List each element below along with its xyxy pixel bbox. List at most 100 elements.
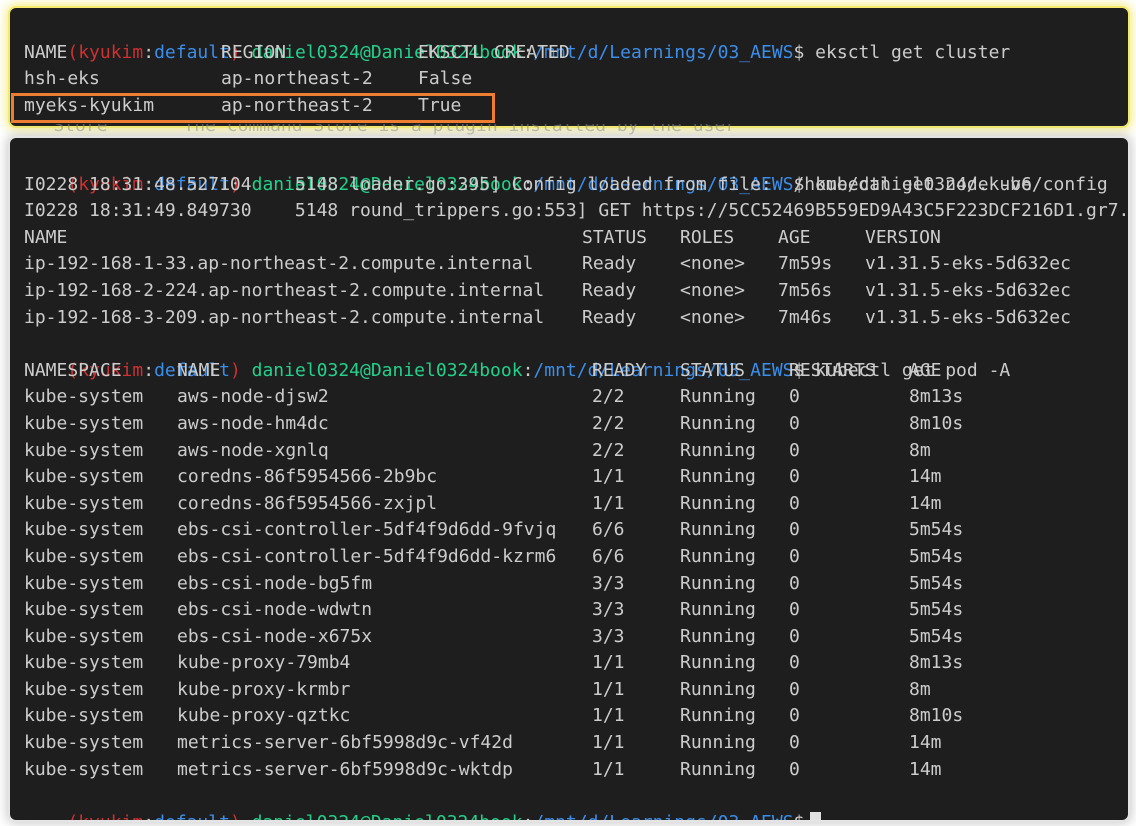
pod-namespace: kube-system: [24, 519, 144, 541]
pod-ready: 1/1: [592, 758, 625, 780]
pod-namespace: kube-system: [24, 386, 144, 408]
pod-age: 8m10s: [909, 412, 964, 434]
pod-namespace: kube-system: [24, 545, 144, 567]
pod-restarts: 0: [789, 599, 800, 621]
pod-ready: 1/1: [592, 652, 625, 674]
pod-namespace: kube-system: [24, 705, 144, 727]
prompt-path: /mnt/d/Learnings/03_AEWS: [533, 812, 793, 820]
pod-row: kube-system aws-node-xgnlq 2/2 Running 0 8m: [10, 438, 1128, 465]
pod-row: kube-system coredns-86f5954566-zxjpl 1/1 Ru…: [10, 491, 1128, 518]
pod-status: Running: [680, 572, 756, 594]
node-status: Ready: [582, 306, 637, 328]
pod-namespace: kube-system: [24, 599, 144, 621]
pod-age: 8m: [909, 439, 931, 461]
pod-name: aws-node-djsw2: [177, 386, 329, 408]
header-name: NAME: [24, 41, 68, 63]
pod-row: kube-system ebs-csi-controller-5df4f9d6dd…: [10, 517, 1128, 544]
pod-status: Running: [680, 545, 756, 567]
terminal-cursor[interactable]: [810, 811, 822, 820]
pod-namespace: kube-system: [24, 412, 144, 434]
pod-restarts: 0: [789, 572, 800, 594]
node-name: ip-192-168-2-224.ap-northeast-2.compute.…: [24, 279, 545, 301]
pod-name: ebs-csi-controller-5df4f9d6dd-kzrm6: [177, 545, 557, 567]
pod-ready: 1/1: [592, 732, 625, 754]
node-status: Ready: [582, 279, 637, 301]
cluster-name: hsh-eks: [24, 68, 100, 90]
node-age: 7m59s: [778, 253, 833, 275]
pod-name: metrics-server-6bf5998d9c-vf42d: [177, 732, 513, 754]
pod-age: 5m54s: [909, 545, 964, 567]
pod-table-header: NAMESPACE NAME READY STATUS RESTARTS AGE: [10, 358, 1128, 385]
pod-ready: 1/1: [592, 466, 625, 488]
pod-age: 8m13s: [909, 652, 964, 674]
pod-restarts: 0: [789, 519, 800, 541]
pod-status: Running: [680, 466, 756, 488]
prompt-context: default: [154, 812, 230, 820]
prompt-line: (kyukim:default) daniel0324@Daniel0324bo…: [10, 783, 1128, 820]
pod-ready: 3/3: [592, 599, 625, 621]
pod-namespace: kube-system: [24, 625, 144, 647]
pod-restarts: 0: [789, 466, 800, 488]
header-name: NAME: [177, 359, 221, 381]
pod-age: 5m54s: [909, 625, 964, 647]
pod-row: kube-system kube-proxy-qztkc 1/1 Running 0 8m…: [10, 703, 1128, 730]
cluster-region: ap-northeast-2: [221, 68, 373, 90]
pod-name: aws-node-hm4dc: [177, 412, 329, 434]
pod-row: kube-system kube-proxy-79mb4 1/1 Running 0 8m…: [10, 650, 1128, 677]
prompt-line: (kyukim:default) daniel0324@Daniel0324bo…: [10, 331, 1128, 381]
cluster-table-header: NAME REGION EKSCTL CREATED: [10, 40, 1128, 67]
kubectl-terminal-panel[interactable]: (kyukim:default) daniel0324@Daniel0324bo…: [10, 138, 1128, 820]
pod-status: Running: [680, 519, 756, 541]
pod-name: kube-proxy-79mb4: [177, 652, 351, 674]
pod-age: 8m: [909, 678, 931, 700]
pod-namespace: kube-system: [24, 492, 144, 514]
pod-name: aws-node-xgnlq: [177, 439, 329, 461]
highlight-box-myeks-cluster: [11, 93, 495, 123]
prompt: (kyukim:default) daniel0324@Daniel0324bo…: [67, 812, 804, 820]
pod-name: metrics-server-6bf5998d9c-wktdp: [177, 758, 513, 780]
header-namespace: NAMESPACE: [24, 359, 122, 381]
pod-restarts: 0: [789, 386, 800, 408]
pod-ready: 2/2: [592, 386, 625, 408]
pod-restarts: 0: [789, 439, 800, 461]
pod-row: kube-system ebs-csi-node-x675x 3/3 Running 0…: [10, 624, 1128, 651]
cluster-eksctl-created: False: [418, 68, 473, 90]
header-status: STATUS: [680, 359, 746, 381]
prompt-line: (kyukim:default) daniel0324@Daniel0324bo…: [10, 13, 1128, 63]
pod-row: kube-system aws-node-djsw2 2/2 Running 0 8m13…: [10, 384, 1128, 411]
pod-name: ebs-csi-node-wdwtn: [177, 599, 373, 621]
pod-ready: 1/1: [592, 492, 625, 514]
pod-name: ebs-csi-controller-5df4f9d6dd-9fvjq: [177, 519, 557, 541]
header-ready: READY: [592, 359, 647, 381]
pod-status: Running: [680, 439, 756, 461]
pod-namespace: kube-system: [24, 758, 144, 780]
pod-status: Running: [680, 732, 756, 754]
pod-restarts: 0: [789, 758, 800, 780]
pod-ready: 1/1: [592, 705, 625, 727]
pod-status: Running: [680, 678, 756, 700]
pod-status: Running: [680, 758, 756, 780]
pod-restarts: 0: [789, 625, 800, 647]
log-line: I0228 18:31:49.849730 5148 round_tripper…: [24, 200, 1128, 222]
node-version: v1.31.5-eks-5d632ec: [865, 306, 1071, 328]
pod-namespace: kube-system: [24, 732, 144, 754]
pod-ready: 6/6: [592, 545, 625, 567]
pod-status: Running: [680, 599, 756, 621]
pod-ready: 2/2: [592, 412, 625, 434]
log-line: I0228 18:31:48.527104 5148 loader.go:395…: [24, 173, 1108, 195]
node-name: ip-192-168-3-209.ap-northeast-2.compute.…: [24, 306, 545, 328]
overflow-ghost-text: Store The command Store is a plugin inst…: [10, 124, 737, 136]
pod-restarts: 0: [789, 705, 800, 727]
pod-name: coredns-86f5954566-zxjpl: [177, 492, 438, 514]
pod-restarts: 0: [789, 492, 800, 514]
prompt-line: (kyukim:default) daniel0324@Daniel0324bo…: [10, 145, 1128, 195]
pod-restarts: 0: [789, 545, 800, 567]
node-age: 7m56s: [778, 279, 833, 301]
pod-age: 14m: [909, 466, 942, 488]
header-age: AGE: [778, 226, 811, 248]
pod-restarts: 0: [789, 652, 800, 674]
pod-status: Running: [680, 386, 756, 408]
cluster-row: hsh-eks ap-northeast-2 False: [10, 66, 1128, 93]
pod-status: Running: [680, 705, 756, 727]
pod-row: kube-system metrics-server-6bf5998d9c-wkt…: [10, 757, 1128, 784]
